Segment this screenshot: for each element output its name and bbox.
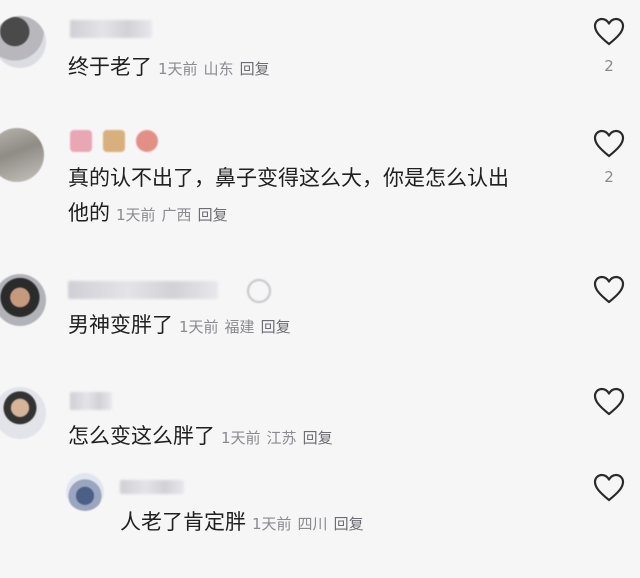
emoji-badge [70,130,92,152]
comment-text: 人老了肯定胖 1天前 四川 回复 [120,506,370,540]
comment-time: 1天前 [158,60,198,78]
username-blurred[interactable] [68,281,218,299]
comment-location: 福建 [224,318,255,336]
comment-text: 男神变胖了 1天前 福建 回复 [68,309,297,343]
avatar[interactable] [0,274,46,326]
heart-outline-icon[interactable] [593,473,625,503]
heart-outline-icon[interactable] [593,17,625,47]
comment-location: 江苏 [266,429,297,447]
comment-text: 怎么变这么胖了 1天前 江苏 回复 [68,420,339,454]
username-blurred[interactable] [70,20,152,38]
heart-outline-icon[interactable] [593,129,625,159]
emoji-badge [247,279,271,303]
username-blurred[interactable] [70,392,112,410]
comment-body: 男神变胖了 [68,313,173,337]
comment-meta: 1天前 广西 回复 [116,206,234,224]
comment-body-line1: 真的认不出了，鼻子变得这么大，你是怎么认出 [68,166,509,190]
comment-location: 广西 [161,206,192,224]
reply-button[interactable]: 回复 [240,60,270,78]
avatar[interactable] [0,387,46,439]
comment-body: 终于老了 [68,55,152,79]
comment-meta: 1天前 江苏 回复 [221,429,339,447]
avatar[interactable] [0,16,46,68]
comment-text: 真的认不出了，鼻子变得这么大，你是怎么认出 [68,162,509,194]
comment-body-line2: 他的 [68,201,110,225]
comment-text: 终于老了 1天前 山东 回复 [68,51,276,85]
emoji-badge [103,130,125,152]
like-count: 2 [604,168,614,186]
comment-time: 1天前 [252,515,292,533]
heart-outline-icon[interactable] [593,275,625,305]
comment-time: 1天前 [116,206,156,224]
comment-meta: 1天前 福建 回复 [179,318,297,336]
reply-button[interactable]: 回复 [303,429,333,447]
comment-location: 山东 [203,60,234,78]
comment-meta: 1天前 山东 回复 [158,60,276,78]
comment-text: 他的 1天前 广西 回复 [68,197,234,231]
comment-body: 怎么变这么胖了 [68,424,215,448]
comment-location: 四川 [297,515,328,533]
comment-time: 1天前 [179,318,219,336]
reply-button[interactable]: 回复 [334,515,364,533]
avatar[interactable] [66,473,104,511]
avatar[interactable] [0,128,44,182]
comment-item: 终于老了 1天前 山东 回复 2 [0,0,640,100]
username-blurred[interactable] [120,480,184,494]
comment-body: 人老了肯定胖 [120,510,246,534]
reply-button[interactable]: 回复 [198,206,228,224]
reply-button[interactable]: 回复 [261,318,291,336]
heart-outline-icon[interactable] [593,387,625,417]
emoji-badge [136,130,158,152]
comment-meta: 1天前 四川 回复 [252,515,370,533]
like-count: 2 [604,57,614,75]
comment-time: 1天前 [221,429,261,447]
